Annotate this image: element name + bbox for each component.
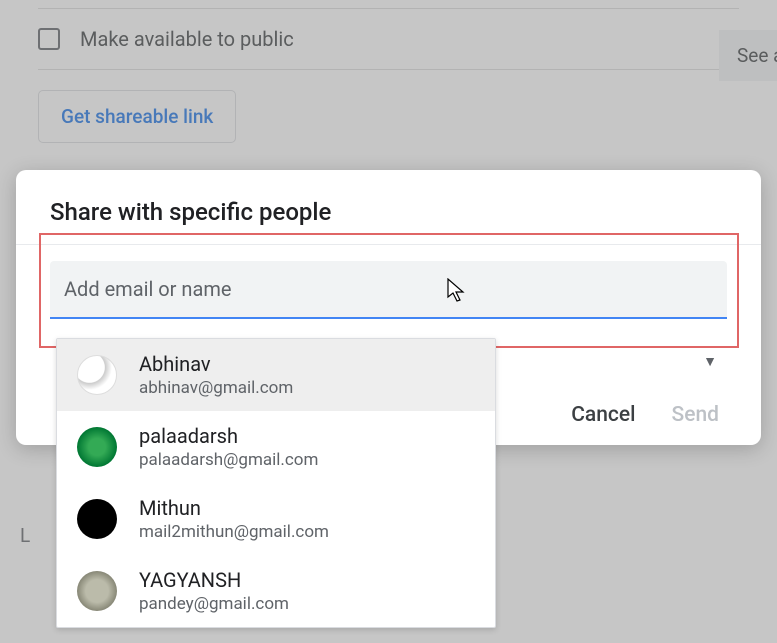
suggestions-dropdown: Abhinavabhinav@gmail.compalaadarshpalaad… — [56, 338, 496, 628]
suggestion-email: palaadarsh@gmail.com — [139, 449, 318, 471]
suggestion-name: palaadarsh — [139, 423, 318, 449]
suggestion-email: pandey@gmail.com — [139, 593, 289, 615]
suggestion-item[interactable]: palaadarshpalaadarsh@gmail.com — [57, 411, 495, 483]
add-email-input[interactable] — [50, 261, 727, 319]
suggestion-item[interactable]: YAGYANSHpandey@gmail.com — [57, 555, 495, 627]
avatar — [77, 427, 117, 467]
avatar — [77, 499, 117, 539]
suggestion-name: YAGYANSH — [139, 567, 289, 593]
avatar — [77, 571, 117, 611]
suggestion-email: abhinav@gmail.com — [139, 377, 293, 399]
suggestion-email: mail2mithun@gmail.com — [139, 521, 329, 543]
avatar — [77, 355, 117, 395]
cancel-button[interactable]: Cancel — [571, 403, 635, 427]
suggestion-name: Abhinav — [139, 351, 293, 377]
send-button[interactable]: Send — [672, 403, 720, 427]
permission-dropdown-caret[interactable]: ▼ — [703, 353, 727, 370]
suggestion-name: Mithun — [139, 495, 329, 521]
modal-title: Share with specific people — [16, 170, 761, 244]
suggestion-item[interactable]: Mithunmail2mithun@gmail.com — [57, 483, 495, 555]
suggestion-item[interactable]: Abhinavabhinav@gmail.com — [57, 339, 495, 411]
